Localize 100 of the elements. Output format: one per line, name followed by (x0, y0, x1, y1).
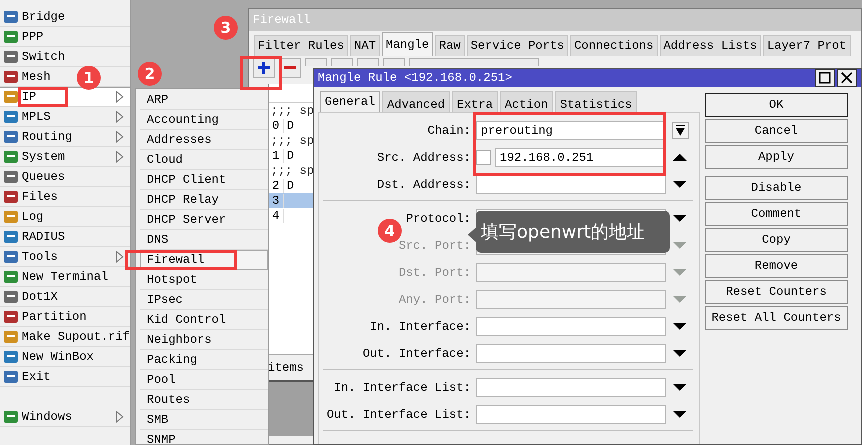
menu-item[interactable]: RADIUS (0, 227, 130, 247)
submenu-item[interactable]: Routes (140, 390, 268, 410)
tab[interactable]: Raw (435, 35, 465, 56)
expand-arrow-icon[interactable] (672, 382, 688, 393)
field-label: Any. Port: (398, 292, 471, 308)
tab[interactable]: Layer7 Prot (763, 35, 851, 56)
submenu-item[interactable]: Kid Control (140, 310, 268, 330)
close-button[interactable] (837, 69, 857, 87)
dialog-button[interactable]: Apply (705, 145, 848, 169)
menu-item[interactable]: New Terminal (0, 267, 130, 287)
submenu-arrow-icon (116, 410, 124, 422)
input-field[interactable] (476, 175, 666, 194)
tab[interactable]: NAT (350, 35, 380, 56)
menu-item[interactable]: Routing (0, 127, 130, 147)
menu-item[interactable]: Tools (0, 247, 130, 267)
dialog-button[interactable]: Reset Counters (705, 280, 848, 304)
tile-icon (3, 228, 19, 244)
dialog-button[interactable]: Cancel (705, 119, 848, 143)
tab[interactable]: Action (500, 91, 554, 112)
menu-item[interactable]: MPLS (0, 107, 130, 127)
submenu-item[interactable]: Accounting (140, 110, 268, 130)
expand-arrow-icon[interactable] (672, 179, 688, 190)
submenu-item[interactable]: SNMP (140, 430, 268, 444)
toolbar-button[interactable] (331, 58, 353, 66)
tile-icon (3, 248, 19, 264)
tab[interactable]: Advanced (382, 91, 450, 112)
menu-item[interactable]: Files (0, 187, 130, 207)
submenu-item[interactable]: Packing (140, 350, 268, 370)
toolbar-button[interactable] (357, 58, 379, 66)
tab[interactable]: Statistics (555, 91, 638, 112)
input-field[interactable] (476, 405, 666, 424)
tile-icon (3, 308, 19, 324)
input-field[interactable] (476, 317, 666, 336)
field-label: In. Interface List: (334, 380, 471, 396)
menu-item[interactable]: Make Supout.rif (0, 327, 130, 347)
dialog-title: Mangle Rule <192.168.0.251> (318, 71, 514, 85)
input-field[interactable] (476, 344, 666, 363)
dialog-button[interactable]: Comment (705, 202, 848, 226)
submenu-item[interactable]: Pool (140, 370, 268, 390)
submenu-item[interactable]: DHCP Server (140, 210, 268, 230)
tab[interactable]: Connections (570, 35, 658, 56)
submenu-item[interactable]: DHCP Client (140, 170, 268, 190)
flag-label: D (286, 148, 294, 162)
submenu-item[interactable]: Hotspot (140, 270, 268, 290)
menu-item[interactable]: Log (0, 207, 130, 227)
field-label: Dst. Address: (377, 176, 471, 194)
tile-icon (3, 368, 19, 384)
menu-item[interactable]: Exit (0, 367, 130, 387)
field-label: Out. Interface List: (326, 406, 471, 424)
menu-item[interactable]: New WinBox (0, 347, 130, 367)
dialog-button[interactable]: Remove (705, 254, 848, 278)
add-button[interactable] (253, 58, 275, 78)
tab[interactable]: Filter Rules (254, 35, 348, 56)
menu-item[interactable]: Windows (0, 407, 130, 427)
tile-icon (3, 288, 19, 304)
submenu-item[interactable]: Neighbors (140, 330, 268, 350)
flag-label: D (286, 118, 294, 132)
menu-item[interactable]: PPP (0, 27, 130, 47)
submenu-item[interactable]: Addresses (140, 130, 268, 150)
tile-icon (3, 28, 19, 44)
expand-arrow-icon[interactable] (672, 321, 688, 332)
input-field[interactable] (476, 378, 666, 397)
field-label: Src. Address: (377, 150, 471, 166)
expand-arrow-icon[interactable] (672, 348, 688, 359)
toolbar-button[interactable] (383, 58, 405, 66)
menu-item[interactable]: System (0, 147, 130, 167)
dialog-button[interactable]: Reset All Counters (705, 306, 848, 330)
dialog-button[interactable]: Copy (705, 228, 848, 252)
checkbox[interactable] (476, 150, 491, 165)
menu-item[interactable]: Queues (0, 167, 130, 187)
input-field[interactable]: prerouting (476, 121, 666, 140)
tab[interactable]: Address Lists (660, 35, 762, 56)
menu-item[interactable]: Switch (0, 47, 130, 67)
input-field[interactable]: 192.168.0.251 (495, 148, 666, 167)
submenu-item[interactable]: DHCP Relay (140, 190, 268, 210)
dropdown-button[interactable] (672, 122, 688, 139)
filter-field[interactable] (409, 58, 539, 66)
tab[interactable]: Mangle (382, 32, 434, 56)
submenu-item[interactable]: Cloud (140, 150, 268, 170)
expand-arrow-icon[interactable] (672, 213, 688, 224)
menu-item[interactable]: Dot1X (0, 287, 130, 307)
menu-item[interactable]: Bridge (0, 7, 130, 27)
collapse-arrow-icon[interactable] (672, 152, 688, 163)
tab[interactable]: Extra (452, 91, 498, 112)
tile-icon (3, 268, 19, 284)
maximize-button[interactable] (815, 69, 835, 87)
tile-icon (3, 408, 19, 424)
tab[interactable]: General (320, 91, 380, 112)
tile-icon (3, 328, 19, 344)
expand-arrow-icon[interactable] (672, 409, 688, 420)
submenu-item[interactable]: SMB (140, 410, 268, 430)
menu-item[interactable]: Partition (0, 307, 130, 327)
dialog-button[interactable]: OK (705, 93, 848, 117)
tab[interactable]: Service Ports (466, 35, 568, 56)
tile-icon (3, 348, 19, 364)
dialog-button[interactable]: Disable (705, 176, 848, 200)
submenu-item[interactable]: IPsec (140, 290, 268, 310)
maximize-icon (819, 72, 831, 84)
submenu-item[interactable]: ARP (140, 90, 268, 110)
highlight-frame (18, 87, 68, 107)
